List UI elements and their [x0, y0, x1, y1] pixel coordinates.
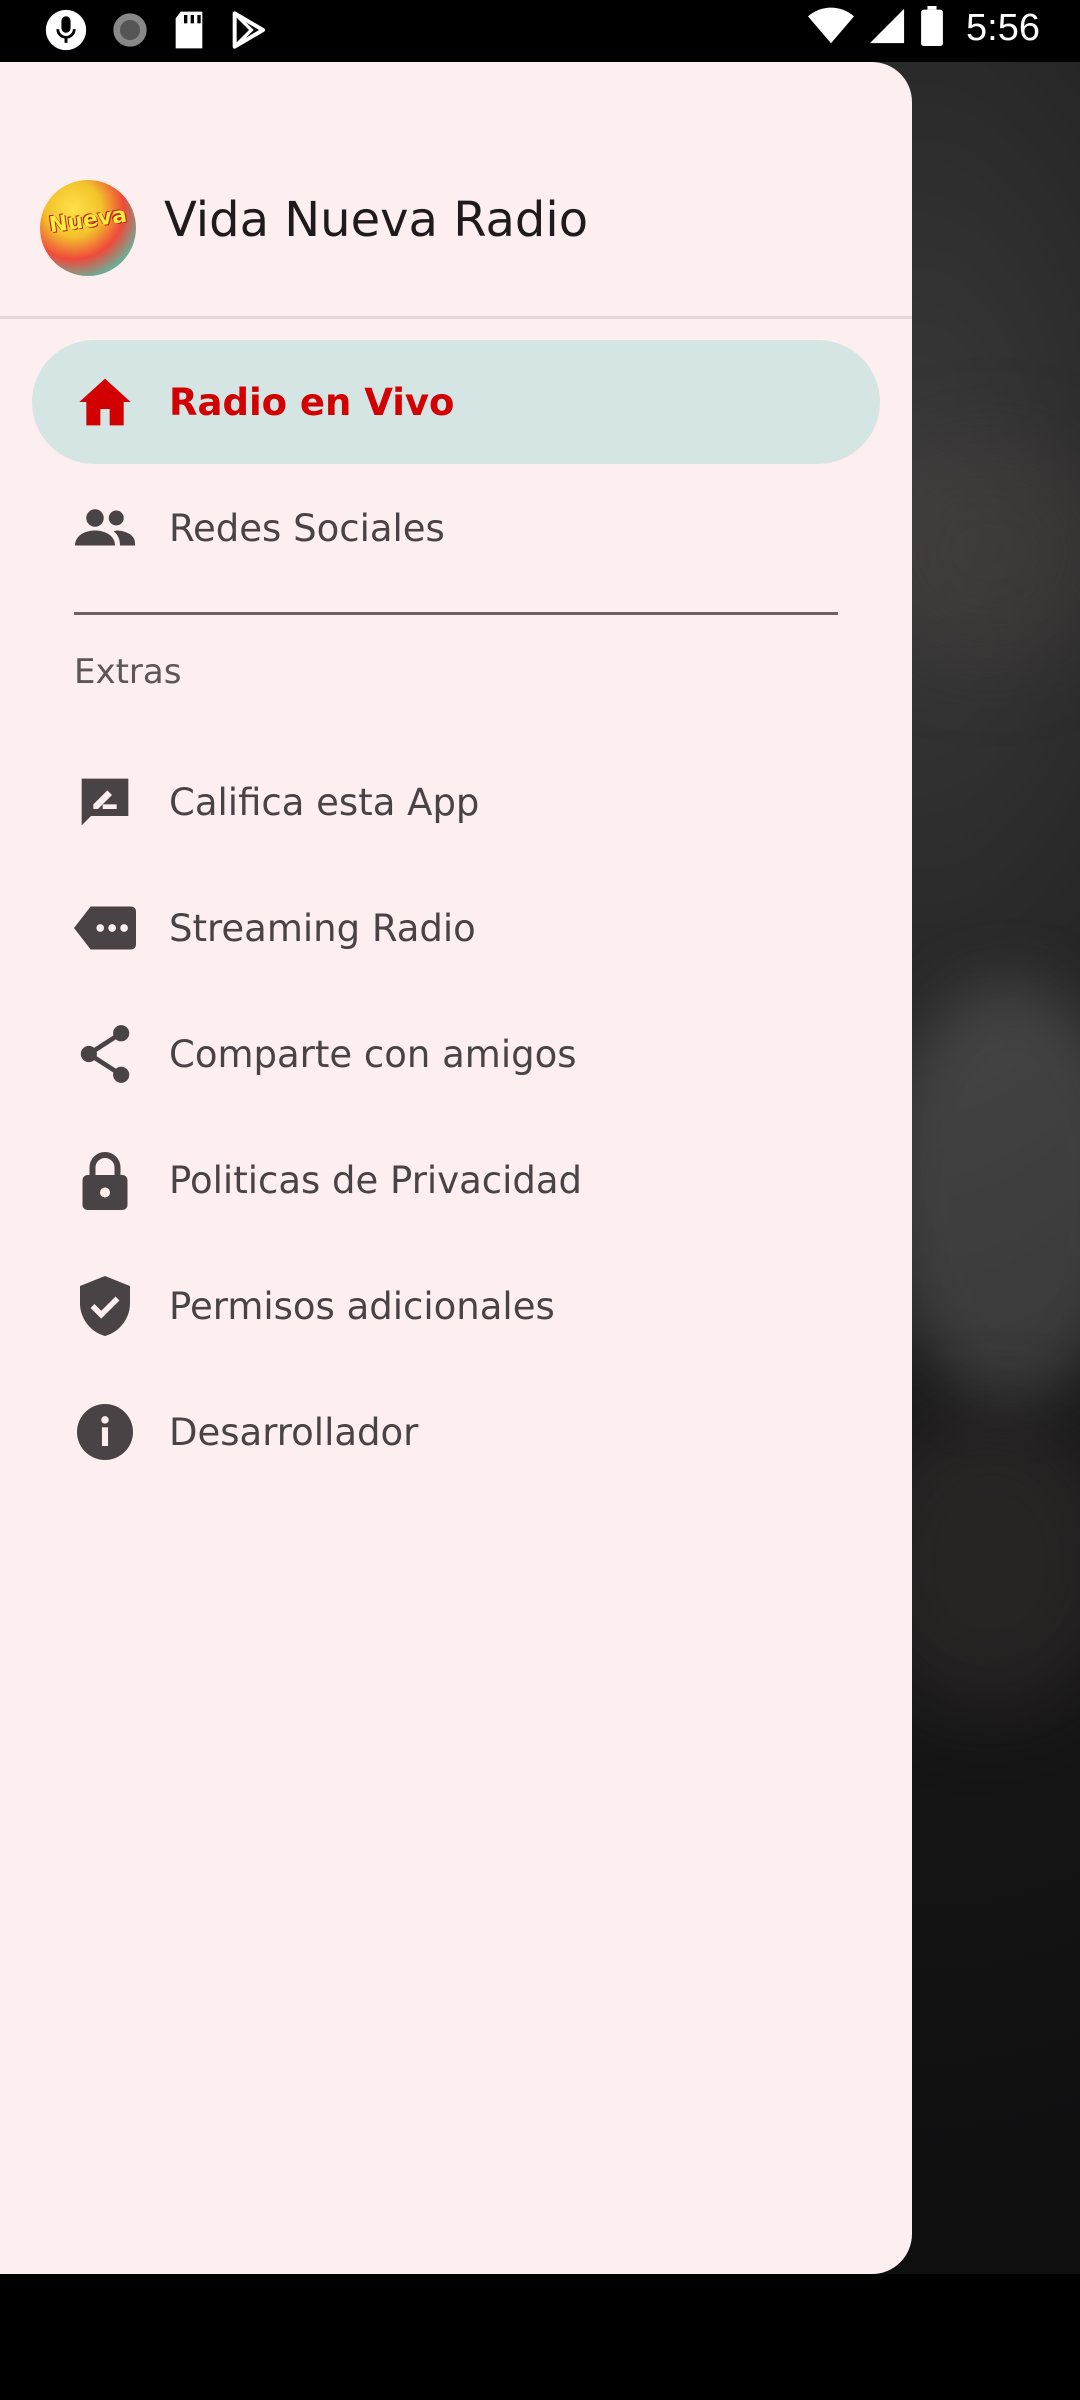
- nav-item-radio-en-vivo[interactable]: Radio en Vivo: [32, 340, 880, 464]
- lock-icon: [74, 1149, 136, 1211]
- status-time: 5:56: [966, 6, 1040, 49]
- section-label-extras: Extras: [74, 652, 182, 692]
- nav-item-streaming-radio[interactable]: Streaming Radio: [32, 866, 880, 990]
- navigation-drawer: Nueva Vida Nueva Radio Radio en Vivo Red…: [0, 62, 912, 2274]
- signal-icon: [868, 6, 906, 50]
- people-icon: [74, 497, 136, 559]
- info-icon: [74, 1401, 136, 1463]
- loading-icon: [110, 10, 150, 54]
- nav-item-label: Califica esta App: [169, 780, 480, 824]
- app-title: Vida Nueva Radio: [164, 192, 589, 248]
- verified-shield-icon: [74, 1275, 136, 1337]
- drawer-header: Nueva Vida Nueva Radio: [0, 62, 912, 319]
- app-logo: Nueva: [40, 180, 136, 276]
- more-tag-icon: [74, 897, 136, 959]
- drawer-divider: [74, 612, 838, 615]
- share-icon: [74, 1023, 136, 1085]
- nav-item-califica-esta-app[interactable]: Califica esta App: [32, 740, 880, 864]
- nav-item-label: Redes Sociales: [169, 506, 445, 550]
- system-navigation-bar: [0, 2274, 1080, 2400]
- home-icon: [74, 371, 136, 433]
- rate-review-icon: [74, 771, 136, 833]
- nav-item-desarrollador[interactable]: Desarrollador: [32, 1370, 880, 1494]
- battery-icon: [920, 6, 944, 50]
- nav-item-label: Permisos adicionales: [169, 1284, 555, 1328]
- nav-item-permisos-adicionales[interactable]: Permisos adicionales: [32, 1244, 880, 1368]
- nav-item-comparte-con-amigos[interactable]: Comparte con amigos: [32, 992, 880, 1116]
- play-store-icon: [228, 10, 268, 54]
- wifi-icon: [808, 6, 855, 50]
- nav-item-label: Streaming Radio: [169, 906, 476, 950]
- nav-item-label: Comparte con amigos: [169, 1032, 577, 1076]
- nav-item-redes-sociales[interactable]: Redes Sociales: [32, 466, 880, 590]
- mic-icon: [44, 8, 88, 56]
- sd-card-icon: [172, 10, 206, 54]
- nav-item-label: Politicas de Privacidad: [169, 1158, 583, 1202]
- nav-item-label: Desarrollador: [169, 1410, 419, 1454]
- nav-item-politicas-de-privacidad[interactable]: Politicas de Privacidad: [32, 1118, 880, 1242]
- nav-item-label: Radio en Vivo: [169, 380, 455, 424]
- status-bar: 5:56: [0, 0, 1080, 62]
